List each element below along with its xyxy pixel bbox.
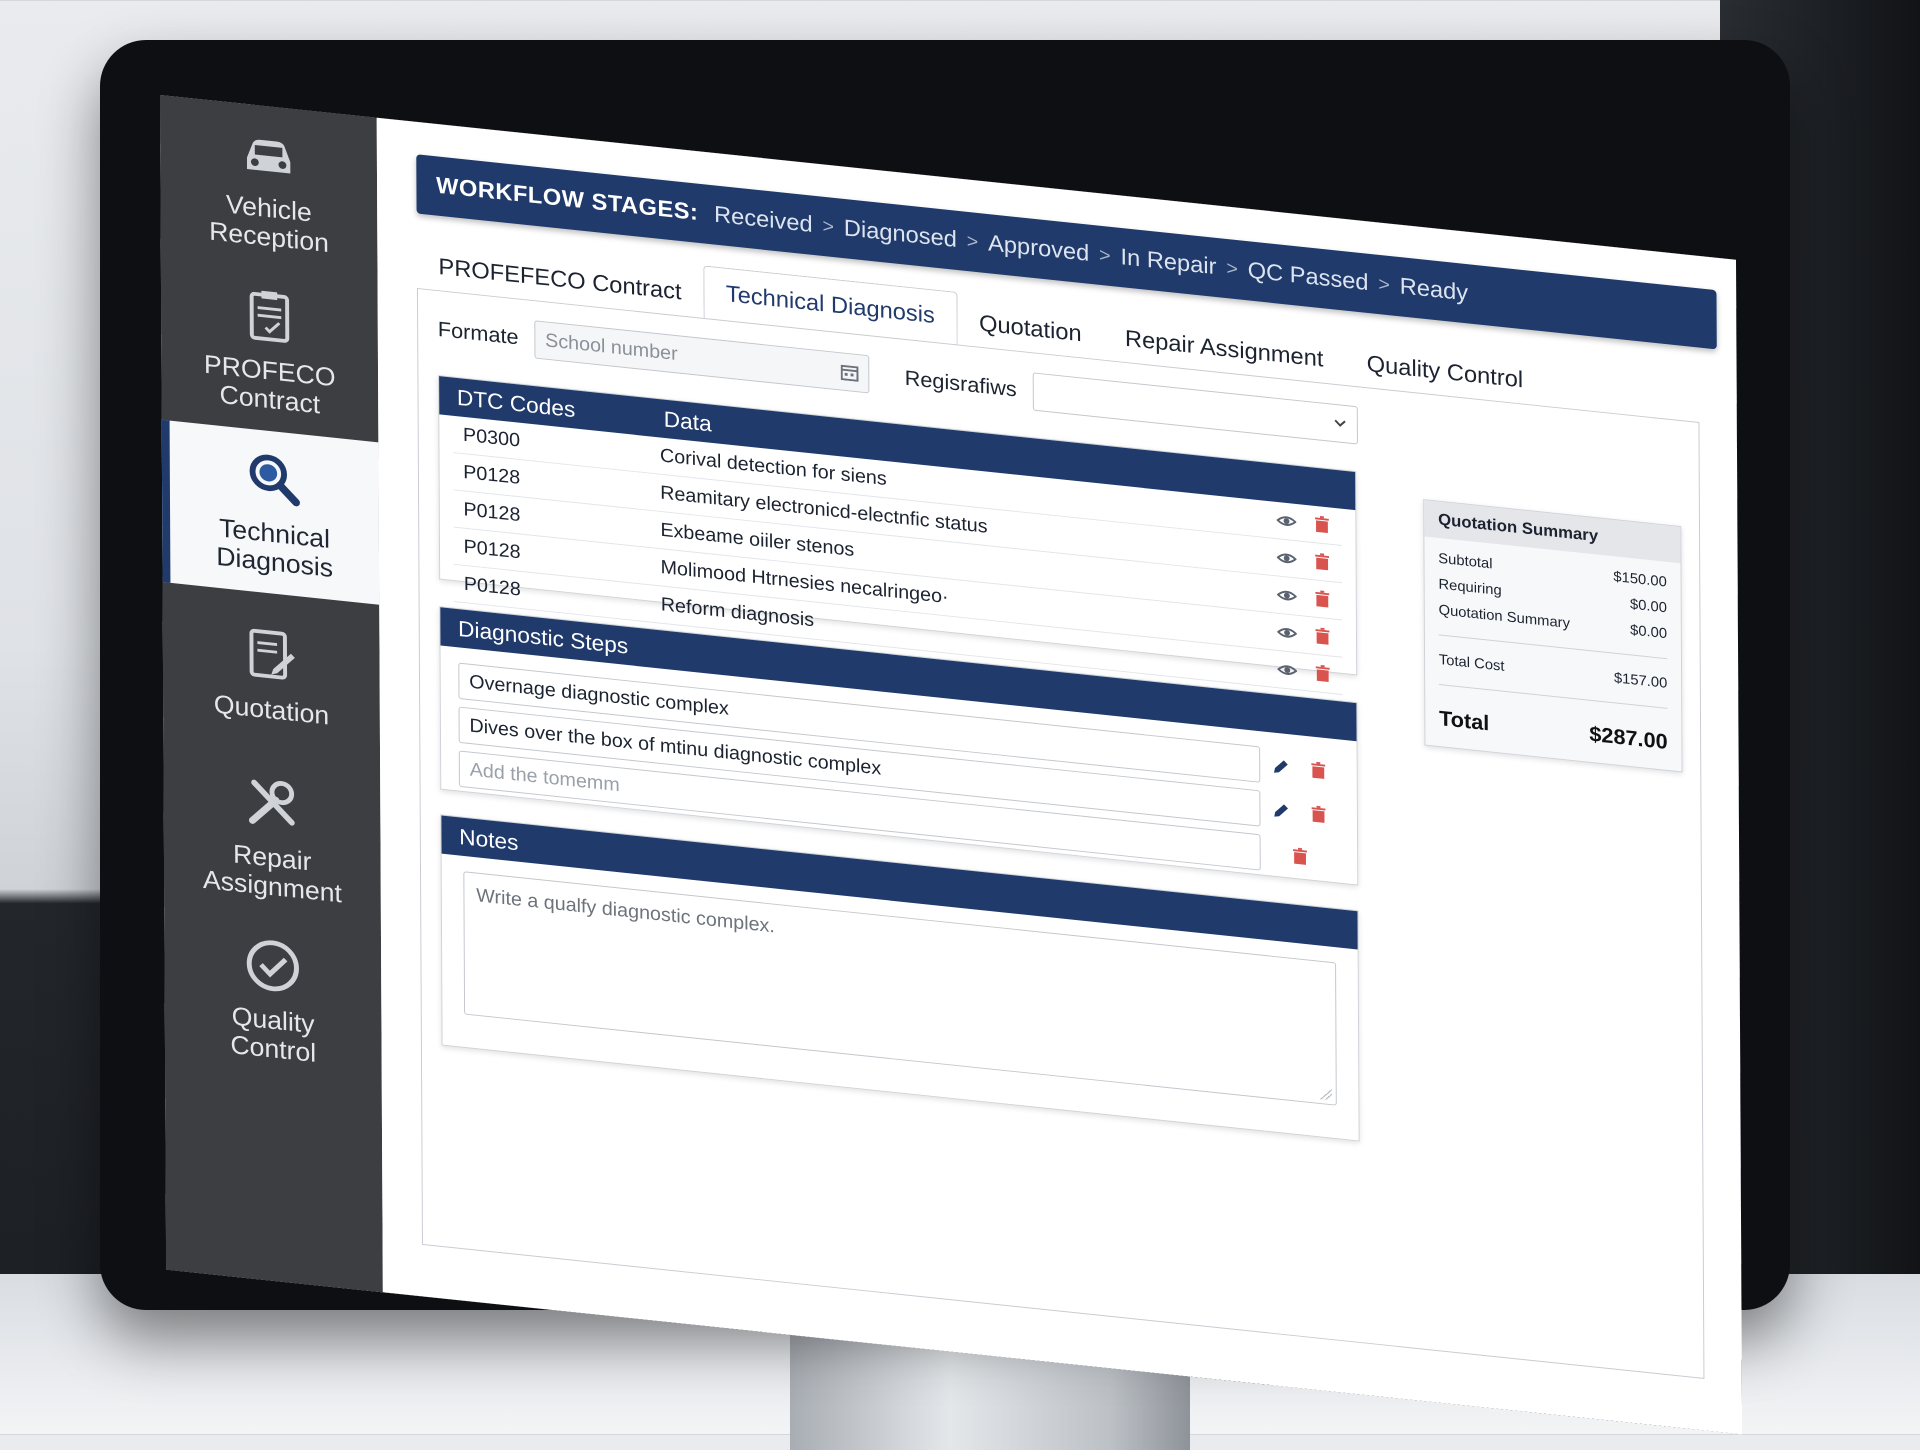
step-actions — [1261, 843, 1340, 870]
sidebar-item-repair-assignment[interactable]: Repair Assignment — [163, 744, 381, 929]
notes-placeholder: Write a qualfy diagnostic complex. — [476, 884, 775, 938]
row-actions — [1254, 620, 1343, 648]
eye-icon[interactable] — [1276, 548, 1297, 569]
trash-icon[interactable] — [1313, 663, 1333, 684]
workflow-stage: Diagnosed — [843, 215, 957, 253]
eye-icon[interactable] — [1276, 511, 1297, 532]
check-circle-icon — [246, 940, 299, 992]
eye-icon[interactable] — [1277, 622, 1297, 643]
total-cost-label: Total Cost — [1438, 651, 1505, 675]
sidebar-item-quality-control[interactable]: Quality Control — [164, 907, 382, 1092]
total-label: Total — [1439, 705, 1490, 736]
chevron-down-icon — [1334, 419, 1346, 427]
trash-icon[interactable] — [1308, 760, 1328, 781]
resize-handle-icon[interactable] — [1319, 1087, 1332, 1101]
summary-row-value: $0.00 — [1629, 596, 1667, 617]
app-screen: Vehicle Reception PROFECO Contract Techn… — [160, 95, 1743, 1435]
workflow-separator: > — [1378, 273, 1390, 296]
workflow-stage: Approved — [988, 230, 1090, 267]
magnifier-icon — [249, 454, 300, 507]
calendar-icon[interactable] — [840, 363, 859, 382]
step-actions — [1260, 799, 1339, 826]
trash-icon[interactable] — [1309, 804, 1329, 825]
sidebar: Vehicle Reception PROFECO Contract Techn… — [160, 95, 383, 1293]
school-number-placeholder: School number — [545, 329, 678, 365]
main-area: WORKFLOW STAGES: Received > Diagnosed > … — [376, 117, 1743, 1435]
trash-icon[interactable] — [1312, 589, 1332, 610]
tools-icon — [248, 779, 295, 826]
summary-total-row: Total $287.00 — [1425, 695, 1681, 771]
trash-icon[interactable] — [1312, 551, 1332, 572]
sidebar-item-label: Quotation — [213, 689, 330, 731]
total-cost-value: $157.00 — [1613, 669, 1668, 692]
registration-label: Regisrafiws — [904, 365, 1017, 402]
pencil-icon[interactable] — [1271, 756, 1291, 777]
step-actions — [1260, 755, 1339, 782]
sidebar-item-technical-diagnosis[interactable]: Technical Diagnosis — [161, 419, 380, 605]
trash-icon[interactable] — [1313, 626, 1333, 647]
sidebar-item-quotation[interactable]: Quotation — [163, 582, 381, 767]
trash-icon[interactable] — [1312, 514, 1332, 535]
pencil-icon[interactable] — [1271, 800, 1291, 821]
summary-row-label: Subtotal — [1438, 550, 1493, 573]
registration-select[interactable] — [1032, 372, 1358, 445]
workflow-separator: > — [966, 230, 979, 253]
sidebar-item-label: Technical Diagnosis — [216, 513, 334, 583]
sidebar-item-profeco-contract[interactable]: PROFECO Contract — [161, 257, 379, 442]
eye-icon[interactable] — [1276, 585, 1297, 606]
workflow-title: WORKFLOW STAGES: — [436, 172, 699, 226]
workflow-separator: > — [822, 215, 835, 238]
eye-icon[interactable] — [1277, 659, 1298, 680]
sidebar-item-vehicle-reception[interactable]: Vehicle Reception — [160, 95, 378, 280]
workflow-separator: > — [1099, 244, 1111, 267]
trash-icon[interactable] — [1290, 846, 1310, 867]
dtc-column-header-data: Data — [663, 405, 712, 436]
quotation-summary-card: Quotation Summary Subtotal $150.00 Requi… — [1423, 499, 1683, 773]
summary-row-label: Requiring — [1438, 576, 1502, 599]
workflow-separator: > — [1226, 257, 1238, 280]
summary-row-value: $150.00 — [1613, 568, 1667, 591]
tab-content-panel: Formate School number Regisrafiws DTC Co… — [416, 287, 1705, 1379]
row-actions — [1253, 508, 1342, 536]
document-edit-icon — [249, 628, 295, 680]
row-actions — [1254, 657, 1343, 685]
formate-label: Formate — [437, 316, 519, 350]
sidebar-item-label: PROFECO Contract — [203, 349, 336, 420]
total-value: $287.00 — [1589, 721, 1668, 754]
workflow-stage: In Repair — [1120, 244, 1217, 280]
row-actions — [1253, 583, 1342, 611]
school-number-field[interactable]: School number — [534, 320, 870, 394]
car-icon — [246, 139, 291, 174]
sidebar-item-label: Vehicle Reception — [209, 189, 329, 258]
sidebar-item-label: Quality Control — [230, 1001, 317, 1068]
workflow-stage: Ready — [1399, 273, 1469, 307]
sidebar-item-label: Repair Assignment — [202, 839, 342, 909]
summary-total-cost-row: Total Cost $157.00 — [1425, 645, 1681, 698]
summary-row-value: $0.00 — [1630, 621, 1668, 643]
clipboard-icon — [249, 290, 290, 343]
row-actions — [1253, 545, 1342, 573]
workflow-stage: QC Passed — [1247, 257, 1369, 296]
workflow-stage: Received — [714, 201, 813, 238]
